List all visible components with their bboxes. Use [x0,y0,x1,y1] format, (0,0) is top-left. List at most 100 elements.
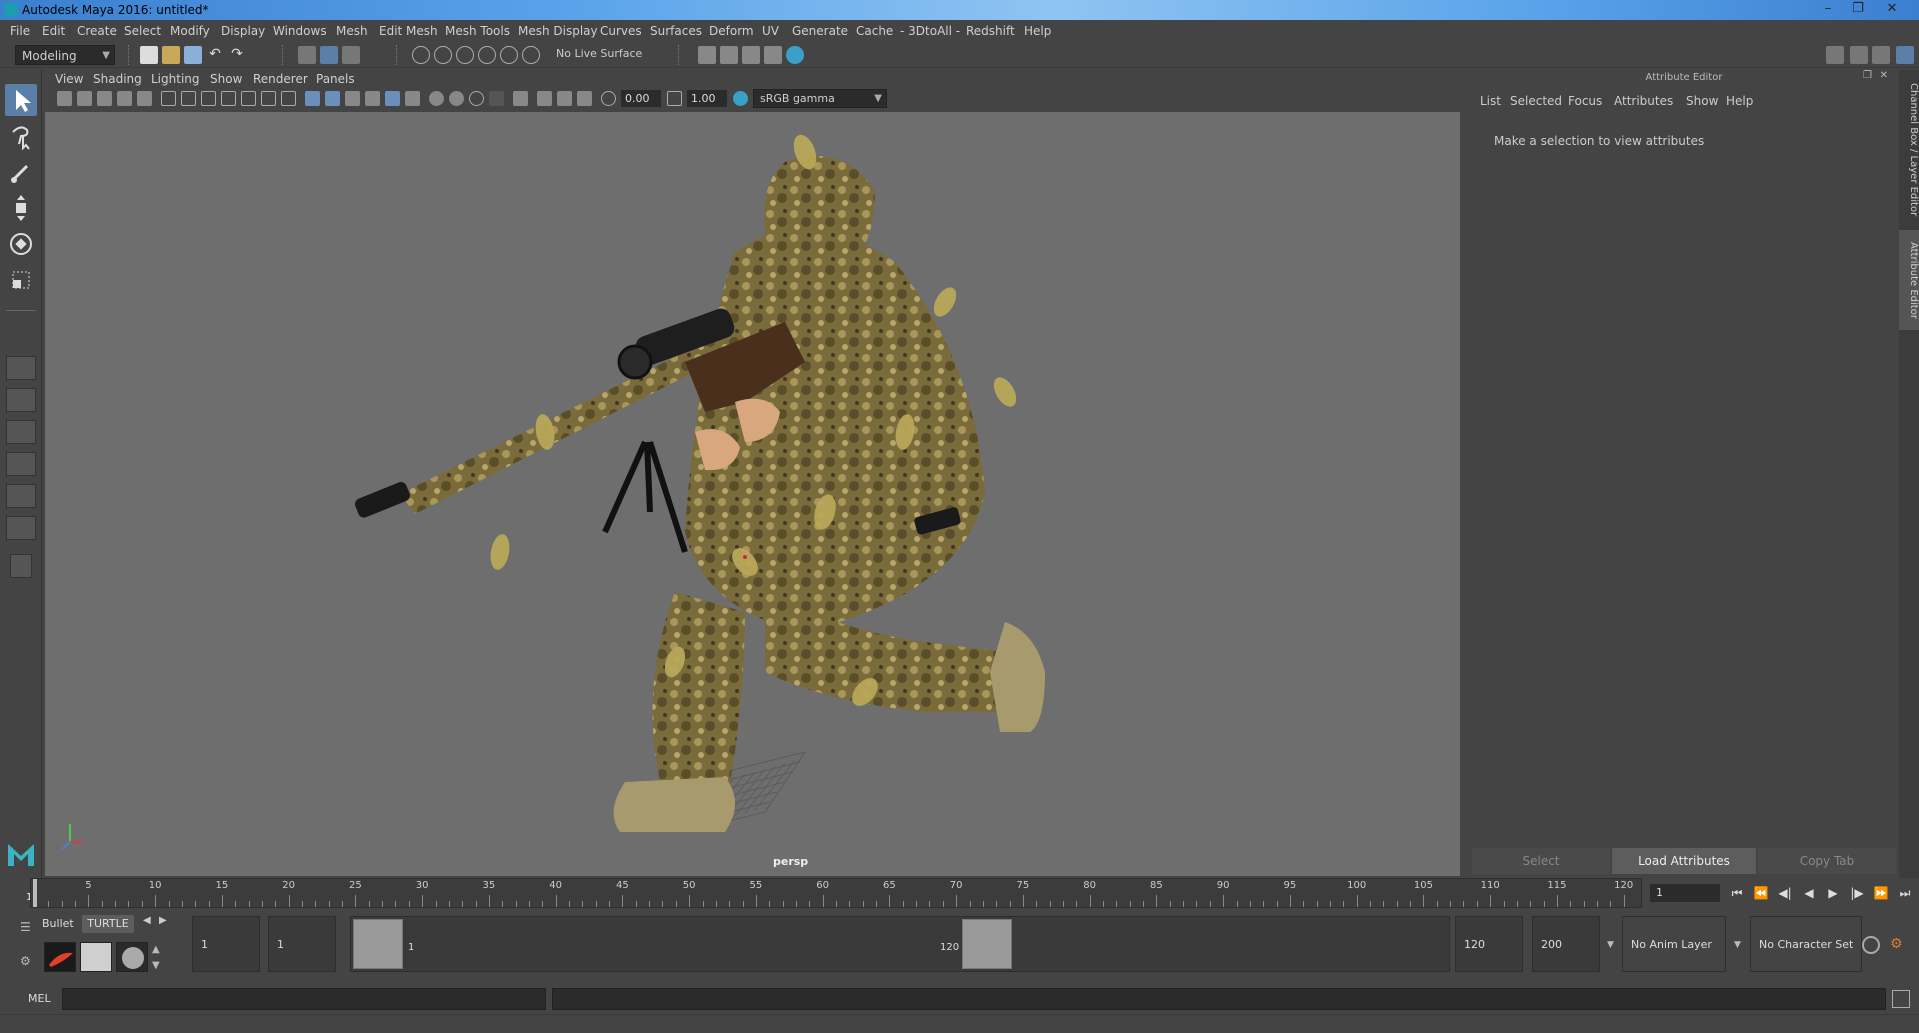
menu-generate[interactable]: Generate [792,20,848,42]
render-settings-icon[interactable] [698,46,716,64]
persp-hypershade-layout-icon[interactable] [6,484,36,508]
ae-menu-show[interactable]: Show [1686,94,1718,108]
live-surface-label[interactable]: No Live Surface [556,47,642,60]
menu-windows[interactable]: Windows [273,20,327,42]
vp-menu-show[interactable]: Show [210,70,242,88]
image-plane-icon[interactable] [117,91,132,106]
menu-mesh-tools[interactable]: Mesh Tools [445,20,510,42]
ae-menu-attributes[interactable]: Attributes [1614,94,1673,108]
float-panel-icon[interactable]: ❐ [1863,70,1872,81]
new-scene-icon[interactable] [140,46,158,64]
menu-help[interactable]: Help [1024,20,1051,42]
exposure-icon[interactable] [601,91,616,106]
close-panel-icon[interactable]: ✕ [1880,70,1888,81]
shelf-tab-turtle[interactable]: TURTLE [82,915,134,933]
undo-icon[interactable]: ↶ [206,46,224,64]
step-back-frame-icon[interactable]: ◀| [1776,884,1794,902]
select-by-component-icon[interactable] [342,46,360,64]
gamma-field[interactable]: 1.00 [687,90,727,107]
grid-toggle-icon[interactable] [161,91,176,106]
minimize-button[interactable]: – [1816,2,1840,18]
motion-blur-icon[interactable] [449,91,464,106]
outliner-icon[interactable] [1872,46,1890,64]
step-forward-key-icon[interactable]: ⏩ [1872,884,1890,902]
modeling-toolkit-icon[interactable] [1850,46,1868,64]
load-attributes-button[interactable]: Load Attributes [1612,848,1756,874]
range-end-handle[interactable] [962,919,1012,969]
render-frame-icon[interactable] [720,46,738,64]
four-view-layout-icon[interactable] [6,388,36,412]
playback-end-field[interactable]: 120 [1455,916,1523,972]
wireframe-on-shaded-icon[interactable] [345,91,360,106]
current-time-indicator[interactable] [33,879,37,907]
grease-pencil-icon[interactable] [137,91,152,106]
animation-end-field[interactable]: 200 [1532,916,1600,972]
snap-surface-icon[interactable] [500,46,518,64]
color-management-icon[interactable] [733,91,748,106]
persp-graph-layout-icon[interactable] [6,452,36,476]
vp-menu-view[interactable]: View [55,70,83,88]
snap-grid-icon[interactable] [412,46,430,64]
turtle-bake-icon[interactable] [80,942,112,972]
open-scene-icon[interactable] [162,46,180,64]
use-all-lights-icon[interactable] [385,91,400,106]
vp-menu-panels[interactable]: Panels [316,70,355,88]
xray-joints-icon[interactable] [557,91,572,106]
more-layouts-button[interactable] [10,554,32,578]
go-to-end-icon[interactable]: ⏭ [1896,884,1914,902]
menu-display[interactable]: Display [221,20,265,42]
snap-point-icon[interactable] [456,46,474,64]
ambient-occlusion-icon[interactable] [429,91,444,106]
xray-icon[interactable] [537,91,552,106]
script-editor-icon[interactable] [1892,990,1910,1008]
ipr-render-icon[interactable] [742,46,760,64]
menu-modify[interactable]: Modify [170,20,210,42]
menu-deform[interactable]: Deform [709,20,754,42]
smooth-shade-icon[interactable] [325,91,340,106]
playback-start-field[interactable]: 1 [268,916,336,972]
animation-preferences-icon[interactable]: ⚙ [1890,936,1908,954]
render-view-icon[interactable] [764,46,782,64]
channel-box-tab[interactable]: Channel Box / Layer Editor [1899,80,1919,220]
snap-view-plane-icon[interactable] [478,46,496,64]
safe-action-icon[interactable] [261,91,276,106]
menu-cache[interactable]: Cache [856,20,893,42]
snap-pivot-icon[interactable] [522,46,540,64]
shelf-settings-icon[interactable]: ⚙ [20,954,34,968]
snap-curve-icon[interactable] [434,46,452,64]
gate-mask-icon[interactable] [221,91,236,106]
rotate-tool-icon[interactable] [5,228,37,260]
menu-3dtoall[interactable]: - 3DtoAll - [900,20,960,42]
menu-select[interactable]: Select [124,20,161,42]
go-to-start-icon[interactable]: ⏮ [1728,884,1746,902]
menu-create[interactable]: Create [77,20,117,42]
exposure-field[interactable]: 0.00 [621,90,661,107]
step-back-key-icon[interactable]: ⏪ [1752,884,1770,902]
3d-viewport[interactable] [45,112,1460,876]
shelf-menu-icon[interactable]: ☰ [20,920,34,934]
wireframe-icon[interactable] [305,91,320,106]
chevron-down-icon[interactable]: ▼ [1734,940,1741,950]
single-perspective-layout-icon[interactable] [6,356,36,380]
move-tool-icon[interactable] [5,192,37,224]
vp-menu-renderer[interactable]: Renderer [253,70,308,88]
close-button[interactable]: ✕ [1880,2,1904,18]
menu-curves[interactable]: Curves [600,20,642,42]
lasso-tool-icon[interactable] [5,120,37,152]
redo-icon[interactable]: ↷ [228,46,246,64]
shadows-icon[interactable] [405,91,420,106]
backface-culling-icon[interactable] [577,91,592,106]
menu-redshift[interactable]: Redshift [966,20,1015,42]
ae-menu-focus[interactable]: Focus [1568,94,1602,108]
isolate-select-icon[interactable] [513,91,528,106]
select-by-hierarchy-icon[interactable] [298,46,316,64]
step-forward-frame-icon[interactable]: |▶ [1848,884,1866,902]
animation-start-field[interactable]: 1 [192,916,260,972]
shelf-down-icon[interactable]: ▼ [152,960,160,971]
safe-title-icon[interactable] [281,91,296,106]
menu-edit[interactable]: Edit [42,20,65,42]
maximize-button[interactable]: ❐ [1846,2,1870,18]
turtle-sphere-icon[interactable] [116,942,148,972]
chevron-down-icon[interactable]: ▼ [1607,940,1614,950]
scale-tool-icon[interactable] [5,264,37,296]
